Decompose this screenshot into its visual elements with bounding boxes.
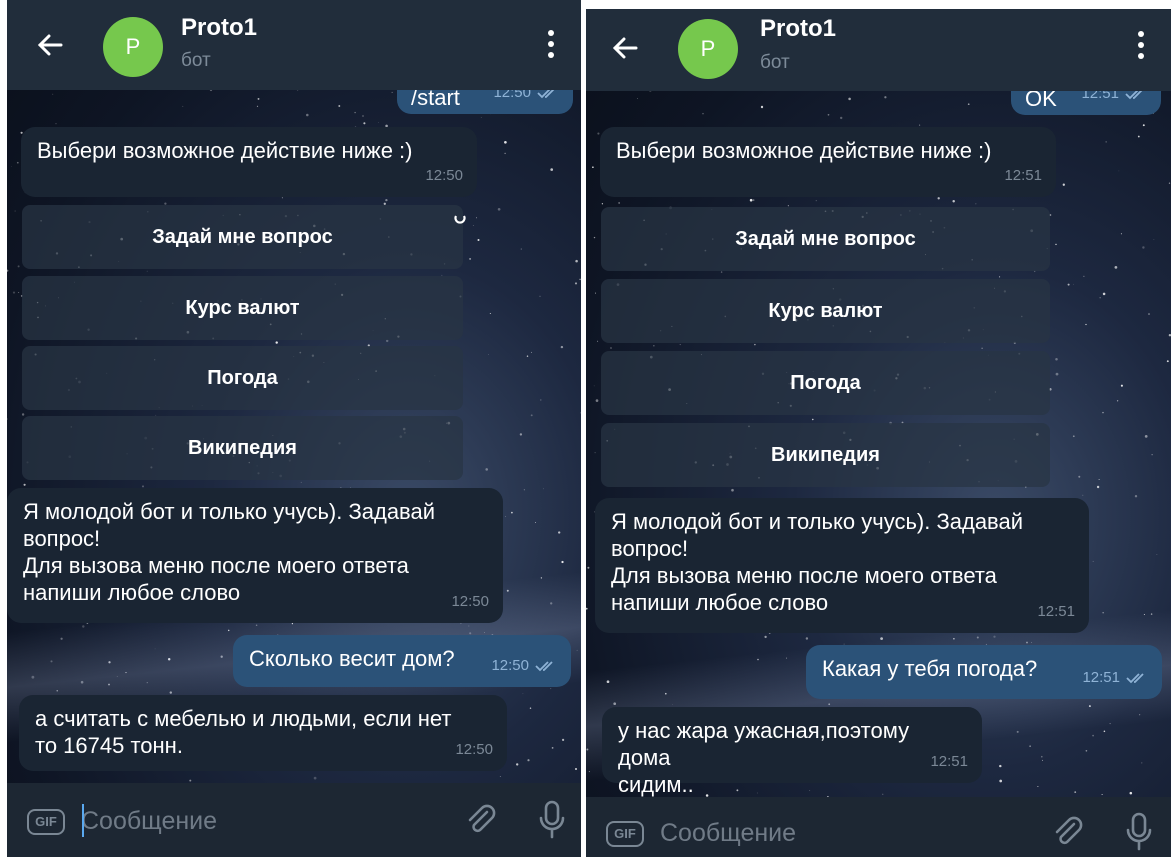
message-bubble-in[interactable]: Я молодой бот и только учусь). Задавай в… — [7, 488, 503, 623]
message-input[interactable] — [81, 801, 441, 841]
message-bubble-in[interactable]: Выбери возможное действие ниже :) 12:50 — [21, 127, 477, 197]
double-check-icon — [1126, 673, 1144, 684]
chat-title[interactable]: Proto1 — [181, 14, 257, 42]
message-line: Для вызова меню после моего ответа — [611, 563, 997, 588]
message-text: Сколько весит дом? — [249, 646, 455, 671]
message-bubble-in[interactable]: Выбери возможное действие ниже :) 12:51 — [600, 127, 1056, 197]
microphone-icon[interactable] — [537, 799, 567, 841]
message-line: напиши любое слово — [611, 590, 829, 615]
message-bubble-out[interactable]: Сколько весит дом? 12:50 — [233, 635, 571, 687]
keyboard-button-weather[interactable]: Погода — [22, 346, 463, 410]
message-line: вопрос! — [23, 526, 101, 551]
message-line: Я молодой бот и только учусь). Задавай — [611, 509, 1024, 534]
attach-icon[interactable] — [463, 803, 499, 839]
chat-header: P Proto1 бот — [7, 0, 581, 90]
message-line: то 16745 тонн. — [35, 733, 183, 758]
message-line: сидим.. — [618, 772, 694, 797]
message-time: 12:51 — [1004, 167, 1042, 184]
message-input[interactable] — [660, 813, 1020, 853]
back-arrow-icon[interactable] — [612, 37, 638, 59]
message-time: 12:50 — [451, 593, 489, 610]
keyboard-button-question[interactable]: Задай мне вопрос — [22, 205, 463, 269]
more-options-icon[interactable] — [1137, 31, 1145, 61]
message-line: а считать с мебелью и людьми, если нет — [35, 706, 452, 731]
message-bubble-out[interactable]: Какая у тебя погода? 12:51 — [806, 645, 1162, 699]
microphone-icon[interactable] — [1124, 811, 1154, 853]
keyboard-button-currency[interactable]: Курс валют — [601, 279, 1050, 343]
message-text: Выбери возможное действие ниже :) — [37, 138, 413, 163]
keyboard-button-currency[interactable]: Курс валют — [22, 276, 463, 340]
back-arrow-icon[interactable] — [37, 34, 63, 56]
message-bubble-in[interactable]: а считать с мебелью и людьми, если нет т… — [19, 695, 507, 771]
message-input-bar: GIF — [586, 797, 1171, 857]
attach-icon[interactable] — [1050, 815, 1086, 851]
chat-screen-right: P Proto1 бот OK 12:51 Выбери возможное д… — [586, 9, 1171, 857]
keyboard-button-weather[interactable]: Погода — [601, 351, 1050, 415]
chat-status: бот — [181, 50, 211, 71]
gif-icon[interactable]: GIF — [606, 821, 644, 847]
avatar[interactable]: P — [103, 17, 163, 77]
message-line: напиши любое слово — [23, 580, 241, 605]
more-options-icon[interactable] — [547, 30, 555, 60]
message-line: у нас жара ужасная,поэтому дома — [618, 718, 910, 770]
message-line: Я молодой бот и только учусь). Задавай — [23, 499, 436, 524]
keyboard-button-question[interactable]: Задай мне вопрос — [601, 207, 1050, 271]
chat-title[interactable]: Proto1 — [760, 15, 836, 43]
loading-spinner-icon — [454, 215, 466, 224]
message-time: 12:50 — [455, 741, 493, 758]
text-cursor — [82, 804, 84, 837]
message-line: вопрос! — [611, 536, 689, 561]
message-text: Выбери возможное действие ниже :) — [616, 138, 992, 163]
keyboard-button-wikipedia[interactable]: Википедия — [22, 416, 463, 480]
gif-icon[interactable]: GIF — [27, 809, 65, 835]
message-time: 12:51 — [1082, 664, 1148, 691]
message-time: 12:50 — [425, 167, 463, 184]
double-check-icon — [535, 661, 553, 672]
chat-screen-left: P Proto1 бот /start 12:50 Выбери возможн… — [7, 0, 581, 857]
message-bubble-in[interactable]: у нас жара ужасная,поэтому дома сидим.. … — [602, 707, 982, 797]
message-time: 12:51 — [1037, 603, 1075, 620]
chat-header: P Proto1 бот — [586, 9, 1171, 91]
keyboard-button-wikipedia[interactable]: Википедия — [601, 423, 1050, 487]
message-time: 12:51 — [930, 753, 968, 770]
message-bubble-in[interactable]: Я молодой бот и только учусь). Задавай в… — [595, 498, 1089, 633]
message-line: Для вызова меню после моего ответа — [23, 553, 409, 578]
message-time: 12:50 — [491, 652, 557, 679]
message-input-bar: GIF — [7, 783, 581, 857]
message-text: Какая у тебя погода? — [822, 656, 1038, 681]
chat-status: бот — [760, 52, 790, 73]
avatar[interactable]: P — [678, 19, 738, 79]
